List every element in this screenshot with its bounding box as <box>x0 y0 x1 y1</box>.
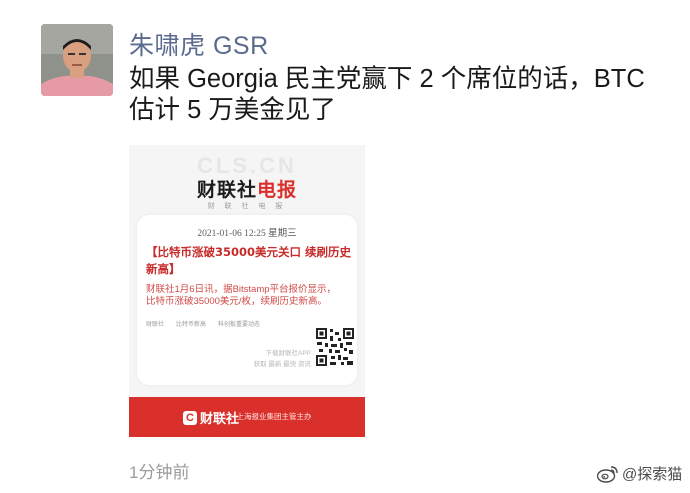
card-brand-highlight: 电报 <box>257 179 298 201</box>
news-tags: 财联社 比特币新高 科创板重要动态 <box>146 319 306 328</box>
card-brand: 财联社电报 <box>129 175 365 202</box>
card-footer-tagline: ·上海报业集团主管主办 <box>234 412 312 421</box>
qr-code-icon <box>316 328 354 366</box>
news-panel: 2021-01-06 12:25 星期三 【比特币涨破35000美元关口 续刷历… <box>137 215 357 385</box>
person-photo-icon <box>41 24 113 96</box>
avatar[interactable] <box>41 24 113 96</box>
app-hint-line1: 下载财联社APP <box>265 350 311 357</box>
weibo-watermark: @探索猫 <box>597 463 682 484</box>
card-footer-logo: C 财联社 <box>183 408 239 427</box>
news-tag: 财联社 <box>146 322 165 328</box>
app-hint-line2: 获取 最新 最快 资讯 <box>253 361 311 368</box>
news-body: 财联社1月6日讯，据Bitstamp平台报价显示，比特币涨破35000美元/枚，… <box>146 284 337 307</box>
card-footer-bar: C 财联社 ·上海报业集团主管主办 <box>129 397 365 437</box>
weibo-icon <box>597 465 618 483</box>
author-name[interactable]: 朱啸虎 GSR <box>129 26 269 62</box>
shared-news-card[interactable]: CLS.CN 财联社电报 财 联 社 电 报 2021-01-06 12:25 … <box>129 145 365 437</box>
cls-logo-icon: C <box>183 410 197 425</box>
card-brand-subtitle: 财 联 社 电 报 <box>207 203 287 210</box>
post-text: 如果 Georgia 民主党赢下 2 个席位的话，BTC 估计 5 万美金见了 <box>129 65 645 124</box>
news-tag: 比特币新高 <box>176 322 207 328</box>
card-brand-main: 财联社 <box>196 179 257 201</box>
app-download-hint: 下载财联社APP 获取 最新 最快 资讯 <box>217 348 311 370</box>
news-tag: 科创板重要动态 <box>218 322 261 328</box>
post-time: 1分钟前 <box>129 463 190 482</box>
news-headline: 【比特币涨破35000美元关口 续刷历史新高】 <box>146 245 352 276</box>
news-date: 2021-01-06 12:25 星期三 <box>197 229 297 239</box>
weibo-watermark-label: @探索猫 <box>622 466 683 483</box>
